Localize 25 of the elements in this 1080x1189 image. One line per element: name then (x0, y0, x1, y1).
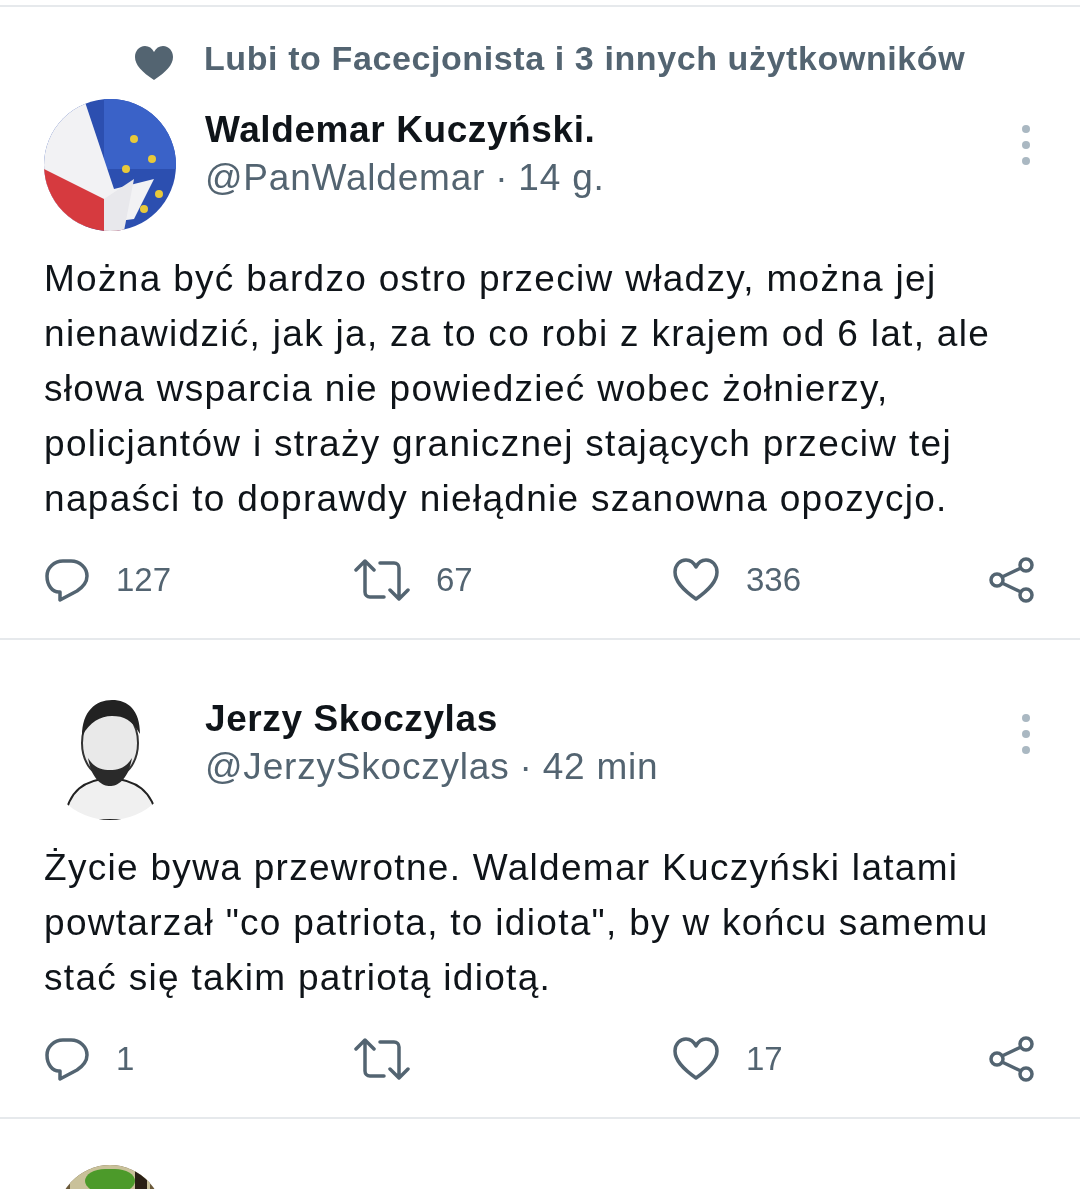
heart-icon (134, 45, 174, 81)
retweet-icon[interactable] (354, 1038, 410, 1080)
reply-count: 127 (116, 560, 172, 601)
reply-count: 1 (116, 1039, 135, 1080)
heart-icon[interactable] (672, 558, 720, 602)
tweet-text: Można być bardzo ostro przeciw władzy, można jej nienawidzić, jak ja, za to co robi z krajem od 6 lat, ale słowa wsparcia nie powiedzieć wobec żołnierzy, policjantów i straży granicznej stających przeciw tej napaści to doprawdy niełądnie szanowna opozycjo. (44, 257, 992, 521)
separator-dot: · (519, 745, 533, 789)
separator-dot: · (495, 156, 509, 200)
retweet-count: 67 (436, 560, 473, 601)
reply-icon[interactable] (44, 1037, 90, 1081)
share-icon[interactable] (988, 1035, 1036, 1083)
tweet-text: Życie bywa przewrotne. Waldemar Kuczyński latami powtarzał "co patriota, to idiota", by w końcu samemu stać się takim patriotą idiotą. (44, 846, 990, 1000)
share-icon[interactable] (988, 556, 1036, 604)
like-count: 17 (746, 1039, 783, 1080)
author-name[interactable]: Waldemar Kuczyński. (205, 107, 1016, 153)
tweet-time[interactable]: 14 g. (518, 153, 605, 203)
tweet-time[interactable]: 42 min (542, 742, 659, 792)
author-name[interactable]: Jerzy Skoczylas (205, 696, 1016, 742)
like-count: 336 (746, 560, 802, 601)
heart-icon[interactable] (672, 1037, 720, 1081)
author-handle[interactable]: @JerzySkoczylas (205, 742, 510, 792)
retweet-icon[interactable] (354, 559, 410, 601)
author-handle[interactable]: @PanWaldemar (205, 153, 486, 203)
reply-icon[interactable] (44, 558, 90, 602)
liked-by-text: Lubi to Facecjonista i 3 innych użytkowników (204, 38, 966, 78)
